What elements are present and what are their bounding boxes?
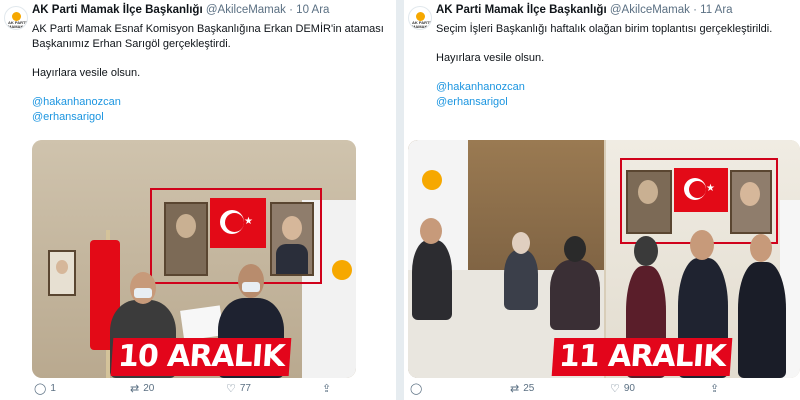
- tweet-date[interactable]: 10 Ara: [296, 4, 329, 16]
- date-banner: 10 ARALIK: [110, 338, 292, 376]
- mention-link[interactable]: @hakanhanozcan: [32, 95, 392, 110]
- like-button[interactable]: ♡ 77: [226, 382, 251, 395]
- like-icon: ♡: [610, 383, 620, 395]
- share-button[interactable]: ⇪: [322, 382, 331, 395]
- tweet-card[interactable]: AK PARTİ MAMAK AK Parti Mamak İlçe Başka…: [0, 0, 396, 400]
- reply-count: 1: [50, 383, 56, 394]
- retweet-button[interactable]: ⇄ 25: [510, 382, 534, 395]
- logo-text: AK PARTİ MAMAK: [412, 20, 431, 29]
- share-icon: ⇪: [322, 383, 332, 395]
- tweet-date[interactable]: 11 Ara: [700, 4, 732, 16]
- separator: ·: [693, 4, 697, 16]
- mention-link[interactable]: @erhansarigol: [436, 95, 796, 110]
- like-count: 90: [623, 383, 635, 394]
- retweet-icon: ⇄: [130, 383, 140, 395]
- share-button[interactable]: ⇪: [710, 382, 719, 395]
- retweet-count: 25: [523, 383, 535, 394]
- tweet-header: AK Parti Mamak İlçe Başkanlığı @AkilceMa…: [436, 4, 733, 16]
- like-button[interactable]: ♡ 90: [610, 382, 635, 395]
- divider: [396, 0, 404, 400]
- tweet-line: Seçim İşleri Başkanlığı haftalık olağan …: [436, 23, 773, 35]
- tweet-photo[interactable]: ★ 10 ARALIK: [32, 140, 356, 378]
- mention-link[interactable]: @erhansarigol: [32, 110, 392, 125]
- tweet-text: AK Parti Mamak Esnaf Komisyon Başkanlığı…: [32, 22, 392, 125]
- tweet-line: Başkanımız Erhan Sarıgöl gerçekleştirdi.: [32, 38, 231, 50]
- share-icon: ⇪: [710, 383, 720, 395]
- reply-icon: ◯: [410, 383, 423, 395]
- tweet-header: AK Parti Mamak İlçe Başkanlığı @AkilceMa…: [32, 4, 329, 16]
- retweet-button[interactable]: ⇄ 20: [130, 382, 154, 395]
- avatar[interactable]: AK PARTİ MAMAK: [408, 6, 432, 30]
- date-banner: 11 ARALIK: [551, 338, 733, 376]
- tweet-closing: Hayırlara vesile olsun.: [436, 52, 545, 64]
- avatar[interactable]: AK PARTİ MAMAK: [4, 6, 28, 30]
- account-name[interactable]: AK Parti Mamak İlçe Başkanlığı: [32, 4, 203, 16]
- tweet-photo[interactable]: ★ 11 ARALIK: [408, 140, 800, 378]
- separator: ·: [289, 4, 293, 16]
- mention-link[interactable]: @hakanhanozcan: [436, 80, 796, 95]
- account-name[interactable]: AK Parti Mamak İlçe Başkanlığı: [436, 4, 607, 16]
- tweet-text: Seçim İşleri Başkanlığı haftalık olağan …: [436, 22, 796, 110]
- logo-text: AK PARTİ MAMAK: [8, 20, 27, 29]
- account-handle[interactable]: @AkilceMamak: [206, 4, 286, 16]
- tweet-closing: Hayırlara vesile olsun.: [32, 67, 141, 79]
- ak-parti-logo-icon: [422, 170, 442, 190]
- reply-icon: ◯: [34, 383, 47, 395]
- like-count: 77: [239, 383, 251, 394]
- reply-button[interactable]: ◯ 1: [34, 382, 56, 395]
- tweet-card[interactable]: AK PARTİ MAMAK AK Parti Mamak İlçe Başka…: [404, 0, 800, 400]
- retweet-icon: ⇄: [510, 383, 520, 395]
- reply-button[interactable]: ◯: [410, 382, 426, 395]
- like-icon: ♡: [226, 383, 236, 395]
- account-handle[interactable]: @AkilceMamak: [610, 4, 690, 16]
- retweet-count: 20: [143, 383, 155, 394]
- highlight-box: [150, 188, 322, 284]
- tweet-line: AK Parti Mamak Esnaf Komisyon Başkanlığı…: [32, 23, 384, 35]
